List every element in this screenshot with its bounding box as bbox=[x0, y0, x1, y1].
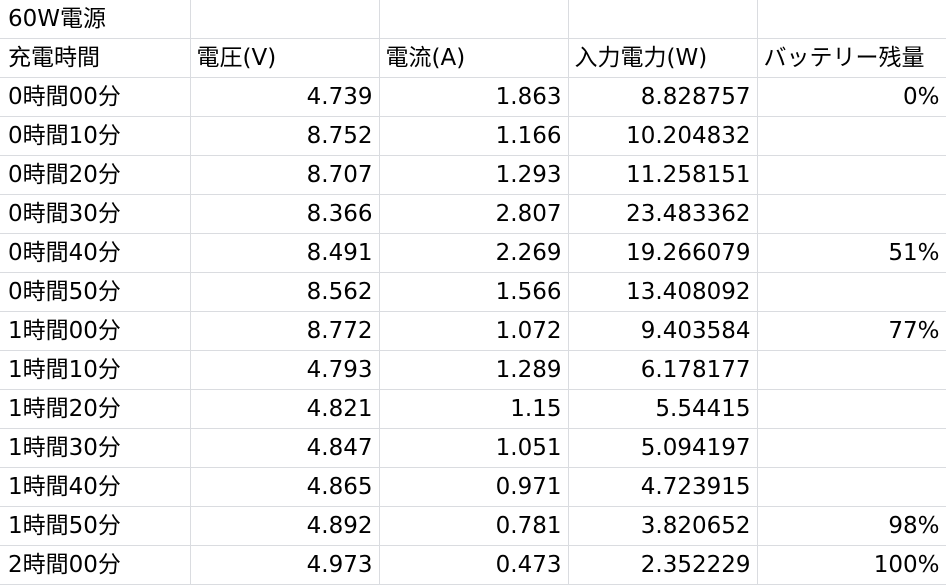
table-row: 1時間50分 4.892 0.781 3.820652 98% bbox=[0, 506, 946, 546]
cell-current[interactable]: 1.293 bbox=[378, 155, 569, 195]
cell-voltage[interactable]: 4.821 bbox=[189, 389, 380, 429]
cell-input-power[interactable]: 2.352229 bbox=[567, 545, 758, 585]
header-input-power[interactable]: 入力電力(W) bbox=[567, 38, 758, 78]
cell-charge-time[interactable]: 1時間50分 bbox=[0, 506, 191, 546]
cell-voltage[interactable]: 4.865 bbox=[189, 467, 380, 507]
cell-charge-time[interactable]: 0時間50分 bbox=[0, 272, 191, 312]
cell-voltage[interactable]: 8.707 bbox=[189, 155, 380, 195]
cell-current[interactable]: 0.473 bbox=[378, 545, 569, 585]
cell-charge-time[interactable]: 0時間10分 bbox=[0, 116, 191, 156]
cell-charge-time[interactable]: 1時間00分 bbox=[0, 311, 191, 351]
header-battery-level[interactable]: バッテリー残量 bbox=[756, 38, 946, 78]
cell-charge-time[interactable]: 1時間30分 bbox=[0, 428, 191, 468]
cell-current[interactable]: 1.166 bbox=[378, 116, 569, 156]
cell-voltage[interactable]: 4.739 bbox=[189, 77, 380, 117]
cell-input-power[interactable]: 13.408092 bbox=[567, 272, 758, 312]
header-row: 充電時間 電圧(V) 電流(A) 入力電力(W) バッテリー残量 bbox=[0, 38, 946, 78]
cell-input-power[interactable]: 8.828757 bbox=[567, 77, 758, 117]
table-row: 1時間10分 4.793 1.289 6.178177 bbox=[0, 350, 946, 390]
cell-battery-level[interactable]: 0% bbox=[756, 77, 946, 117]
cell-charge-time[interactable]: 0時間00分 bbox=[0, 77, 191, 117]
cell-input-power[interactable]: 11.258151 bbox=[567, 155, 758, 195]
table-row: 0時間30分 8.366 2.807 23.483362 bbox=[0, 194, 946, 234]
cell-input-power[interactable]: 4.723915 bbox=[567, 467, 758, 507]
cell-empty[interactable] bbox=[756, 0, 946, 39]
cell-voltage[interactable]: 4.892 bbox=[189, 506, 380, 546]
cell-charge-time[interactable]: 2時間00分 bbox=[0, 545, 191, 585]
cell-battery-level[interactable] bbox=[756, 272, 946, 312]
table-row: 0時間50分 8.562 1.566 13.408092 bbox=[0, 272, 946, 312]
cell-battery-level[interactable]: 98% bbox=[756, 506, 946, 546]
cell-voltage[interactable]: 4.793 bbox=[189, 350, 380, 390]
cell-voltage[interactable]: 8.562 bbox=[189, 272, 380, 312]
cell-current[interactable]: 1.566 bbox=[378, 272, 569, 312]
table-row: 1時間30分 4.847 1.051 5.094197 bbox=[0, 428, 946, 468]
cell-voltage[interactable]: 4.973 bbox=[189, 545, 380, 585]
cell-input-power[interactable]: 5.094197 bbox=[567, 428, 758, 468]
cell-battery-level[interactable] bbox=[756, 428, 946, 468]
cell-charge-time[interactable]: 0時間20分 bbox=[0, 155, 191, 195]
cell-input-power[interactable]: 3.820652 bbox=[567, 506, 758, 546]
cell-title[interactable]: 60W電源 bbox=[0, 0, 191, 39]
spreadsheet-grid: 60W電源 充電時間 電圧(V) 電流(A) 入力電力(W) バッテリー残量 0… bbox=[0, 0, 946, 588]
cell-input-power[interactable]: 5.54415 bbox=[567, 389, 758, 429]
title-row: 60W電源 bbox=[0, 0, 946, 39]
header-voltage[interactable]: 電圧(V) bbox=[189, 38, 380, 78]
cell-battery-level[interactable] bbox=[756, 350, 946, 390]
cell-input-power[interactable]: 23.483362 bbox=[567, 194, 758, 234]
cell-battery-level[interactable] bbox=[756, 389, 946, 429]
cell-current[interactable]: 0.781 bbox=[378, 506, 569, 546]
cell-input-power[interactable]: 9.403584 bbox=[567, 311, 758, 351]
table-row: 0時間10分 8.752 1.166 10.204832 bbox=[0, 116, 946, 156]
cell-current[interactable]: 1.289 bbox=[378, 350, 569, 390]
cell-empty[interactable] bbox=[567, 0, 758, 39]
cell-battery-level[interactable] bbox=[756, 194, 946, 234]
table-row: 0時間40分 8.491 2.269 19.266079 51% bbox=[0, 233, 946, 273]
cell-battery-level[interactable] bbox=[756, 467, 946, 507]
table-row: 1時間20分 4.821 1.15 5.54415 bbox=[0, 389, 946, 429]
cell-charge-time[interactable]: 0時間30分 bbox=[0, 194, 191, 234]
header-current[interactable]: 電流(A) bbox=[378, 38, 569, 78]
header-charge-time[interactable]: 充電時間 bbox=[0, 38, 191, 78]
cell-voltage[interactable]: 8.491 bbox=[189, 233, 380, 273]
cell-current[interactable]: 1.072 bbox=[378, 311, 569, 351]
cell-voltage[interactable]: 8.772 bbox=[189, 311, 380, 351]
cell-voltage[interactable]: 8.752 bbox=[189, 116, 380, 156]
cell-battery-level[interactable] bbox=[756, 155, 946, 195]
cell-battery-level[interactable]: 51% bbox=[756, 233, 946, 273]
table-row: 0時間00分 4.739 1.863 8.828757 0% bbox=[0, 77, 946, 117]
cell-voltage[interactable]: 4.847 bbox=[189, 428, 380, 468]
cell-battery-level[interactable] bbox=[756, 116, 946, 156]
cell-charge-time[interactable]: 0時間40分 bbox=[0, 233, 191, 273]
cell-charge-time[interactable]: 1時間20分 bbox=[0, 389, 191, 429]
cell-empty[interactable] bbox=[189, 0, 380, 39]
cell-current[interactable]: 0.971 bbox=[378, 467, 569, 507]
cell-empty[interactable] bbox=[378, 0, 569, 39]
cell-current[interactable]: 1.863 bbox=[378, 77, 569, 117]
data-table: 60W電源 充電時間 電圧(V) 電流(A) 入力電力(W) バッテリー残量 0… bbox=[0, 0, 946, 585]
table-row: 0時間20分 8.707 1.293 11.258151 bbox=[0, 155, 946, 195]
cell-charge-time[interactable]: 1時間40分 bbox=[0, 467, 191, 507]
cell-voltage[interactable]: 8.366 bbox=[189, 194, 380, 234]
cell-input-power[interactable]: 10.204832 bbox=[567, 116, 758, 156]
table-row: 1時間40分 4.865 0.971 4.723915 bbox=[0, 467, 946, 507]
cell-current[interactable]: 2.269 bbox=[378, 233, 569, 273]
cell-battery-level[interactable]: 100% bbox=[756, 545, 946, 585]
cell-current[interactable]: 1.051 bbox=[378, 428, 569, 468]
table-row: 1時間00分 8.772 1.072 9.403584 77% bbox=[0, 311, 946, 351]
cell-input-power[interactable]: 6.178177 bbox=[567, 350, 758, 390]
cell-current[interactable]: 1.15 bbox=[378, 389, 569, 429]
cell-charge-time[interactable]: 1時間10分 bbox=[0, 350, 191, 390]
cell-current[interactable]: 2.807 bbox=[378, 194, 569, 234]
table-row: 2時間00分 4.973 0.473 2.352229 100% bbox=[0, 545, 946, 585]
cell-input-power[interactable]: 19.266079 bbox=[567, 233, 758, 273]
cell-battery-level[interactable]: 77% bbox=[756, 311, 946, 351]
